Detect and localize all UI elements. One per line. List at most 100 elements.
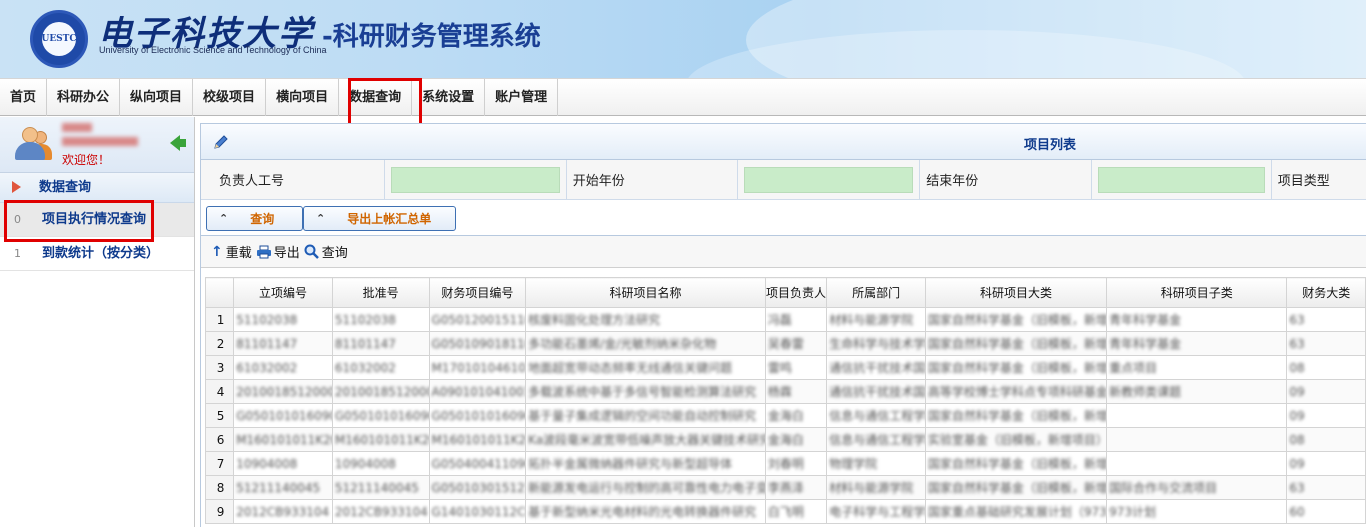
cell-value: 拓扑半金属微纳器件研究与新型超导体 bbox=[528, 457, 733, 471]
table-cell: 81101147 bbox=[233, 331, 333, 356]
welcome-text: 欢迎您！ bbox=[62, 153, 111, 167]
search-button[interactable]: 查询 bbox=[304, 242, 348, 261]
table-row[interactable]: 42010018512000720100185120007A0901010410… bbox=[204, 379, 1366, 404]
table-cell: 青年科学基金 bbox=[1106, 331, 1288, 356]
university-logo: UESTC bbox=[30, 10, 88, 68]
cell-value: A0901010410018 bbox=[431, 384, 525, 399]
filter-start-year-cell bbox=[738, 159, 921, 200]
table-cell: 重点项目 bbox=[1106, 355, 1288, 380]
nav-item-data-query[interactable]: 数据查询 bbox=[339, 79, 413, 116]
cell-value: G0501030151211 bbox=[431, 480, 525, 495]
sidebar: 欢迎您！ 数据查询 0 项目执行情况查询 1 到款统计（按分类） bbox=[0, 117, 195, 527]
printer-icon bbox=[256, 245, 271, 258]
column-header[interactable]: 科研项目大类 bbox=[924, 277, 1108, 308]
table-cell: 61032002 bbox=[233, 355, 333, 380]
table-row[interactable]: 9 2012CB933104 2012CB933104 G1401030112CB 基于… bbox=[204, 499, 1366, 524]
table-cell: 基于新型纳米光电材料的光电转换器件研究 bbox=[525, 499, 766, 524]
table-cell: 63 bbox=[1286, 331, 1366, 356]
filter-project-type-label-cell: 项目类型 bbox=[1272, 160, 1366, 200]
table-cell: 973计划 bbox=[1106, 499, 1288, 524]
row-number: 8 bbox=[204, 475, 235, 500]
nav-item-research-office[interactable]: 科研办公 bbox=[47, 79, 121, 116]
table-cell: 09 bbox=[1286, 451, 1366, 476]
nav-item-horizontal-projects[interactable]: 横向项目 bbox=[266, 79, 340, 116]
reload-button[interactable]: ↑ 重载 bbox=[211, 242, 252, 262]
export-button[interactable]: 导出 bbox=[256, 242, 300, 261]
column-header[interactable]: 批准号 bbox=[331, 277, 430, 308]
table-body: 15110203851102038G0501200151102核废料固化处理方法… bbox=[204, 307, 1366, 524]
column-header[interactable]: 立项编号 bbox=[233, 277, 333, 308]
row-number: 4 bbox=[204, 379, 235, 404]
nav-item-system-settings[interactable]: 系统设置 bbox=[412, 79, 486, 116]
table-cell: 20100185120007 bbox=[331, 379, 430, 404]
system-title: -科研财务管理系统 bbox=[322, 22, 541, 52]
table-cell: M160101011K201 bbox=[331, 427, 430, 452]
nav-item-school-projects[interactable]: 校级项目 bbox=[193, 79, 267, 116]
cell-value: 材料与能源学院 bbox=[829, 481, 914, 495]
table-cell: 63 bbox=[1286, 475, 1366, 500]
table-cell: 10904008 bbox=[233, 451, 333, 476]
cell-value: 雷鸣 bbox=[767, 361, 792, 375]
table-cell: 信息与通信工程学院 bbox=[826, 427, 926, 452]
cell-value: 20100185120007 bbox=[334, 384, 428, 399]
sidebar-section-data-query[interactable]: 数据查询 bbox=[0, 173, 194, 203]
cell-value: M1701010461032 bbox=[431, 360, 526, 375]
search-label: 查询 bbox=[321, 246, 348, 261]
cell-value: 刘春明 bbox=[767, 457, 804, 471]
start-year-input[interactable] bbox=[744, 166, 914, 193]
table-row[interactable]: 6M160101011K201M160101011K201M160101011K… bbox=[204, 427, 1366, 452]
table-row[interactable]: 36103200261032002M1701010461032地面超宽带动态频率… bbox=[204, 355, 1366, 380]
table-cell: 地面超宽带动态频率无线通信关键问题 bbox=[525, 355, 766, 380]
table-row[interactable]: 28110114781101147G0501090181101多功能石墨烯/金/… bbox=[204, 331, 1366, 356]
table-cell: 刘春明 bbox=[764, 451, 828, 476]
export-summary-button[interactable]: ⌃ 导出上帐汇总单 bbox=[303, 206, 456, 231]
main-nav: 首页 科研办公 纵向项目 校级项目 横向项目 数据查询 系统设置 账户管理 bbox=[0, 78, 1366, 116]
filter-start-year-label: 开始年份 bbox=[572, 174, 625, 189]
cell-value: 61032002 bbox=[334, 360, 396, 375]
section-arrow-icon bbox=[12, 180, 21, 193]
end-year-input[interactable] bbox=[1097, 166, 1265, 193]
table-cell: G0504004110904 bbox=[428, 451, 527, 476]
table-cell: 09 bbox=[1286, 379, 1366, 404]
table-row[interactable]: 15110203851102038G0501200151102核废料固化处理方法… bbox=[204, 307, 1366, 332]
table-cell: G0501030151211 bbox=[428, 475, 527, 500]
table-cell: 材料与能源学院 bbox=[826, 475, 926, 500]
table-cell: 60 bbox=[1286, 499, 1366, 524]
cell-value: 基于新型纳米光电材料的光电转换器件研究 bbox=[528, 505, 757, 519]
nav-item-home[interactable]: 首页 bbox=[0, 79, 48, 116]
table-cell: M160101011K201 bbox=[233, 427, 333, 452]
sidebar-item-funding-stats[interactable]: 1 到款统计（按分类） bbox=[0, 237, 194, 271]
column-header[interactable]: 财务大类 bbox=[1286, 277, 1366, 308]
cell-value: 物理学院 bbox=[829, 457, 878, 471]
column-header[interactable]: 项目负责人 bbox=[764, 277, 828, 308]
cell-value: 白飞明 bbox=[767, 505, 804, 519]
cell-value: 新教师类课题 bbox=[1109, 385, 1182, 399]
cell-value: 国家自然科学基金（旧模板，新增） bbox=[927, 313, 1107, 327]
collapse-arrow-icon-tail[interactable] bbox=[178, 139, 186, 147]
cell-value: 地面超宽带动态频率无线通信关键问题 bbox=[528, 361, 733, 375]
reload-label: 重载 bbox=[225, 246, 252, 261]
filter-leader-id-label: 负责人工号 bbox=[219, 174, 285, 189]
cell-value: 国际合作与交流项目 bbox=[1109, 481, 1218, 495]
leader-id-input[interactable] bbox=[390, 166, 560, 193]
nav-item-vertical-projects[interactable]: 纵向项目 bbox=[120, 79, 194, 116]
cell-value: 通信抗干扰技术国家 bbox=[829, 361, 926, 375]
table-cell: 雷鸣 bbox=[764, 355, 828, 380]
cell-value: 10904008 bbox=[334, 456, 396, 471]
table-row[interactable]: 71090400810904008G0504004110904拓扑半金属微纳器件… bbox=[204, 451, 1366, 476]
sidebar-item-project-execution-query[interactable]: 0 项目执行情况查询 bbox=[0, 203, 194, 237]
cell-value: 李燕泽 bbox=[767, 481, 804, 495]
table-cell: 杨霖 bbox=[764, 379, 828, 404]
nav-item-account-management[interactable]: 账户管理 bbox=[485, 79, 559, 116]
table-row[interactable]: 5G0501010160901G0501010160901G0501010160… bbox=[204, 403, 1366, 428]
column-header[interactable]: 财务项目编号 bbox=[428, 277, 527, 308]
query-button[interactable]: ⌃ 查询 bbox=[206, 206, 303, 231]
table-cell: 61032002 bbox=[331, 355, 430, 380]
column-header[interactable]: 科研项目名称 bbox=[525, 277, 766, 308]
table-cell: 白飞明 bbox=[764, 499, 828, 524]
cell-value: 多载波系统中基于多信号智能检测算法研究 bbox=[528, 385, 757, 399]
column-header[interactable]: 科研项目子类 bbox=[1106, 277, 1288, 308]
cell-value: 09 bbox=[1289, 408, 1305, 423]
table-row[interactable]: 85121114004551211140045G0501030151211新能源… bbox=[204, 475, 1366, 500]
column-header[interactable]: 所属部门 bbox=[826, 277, 926, 308]
